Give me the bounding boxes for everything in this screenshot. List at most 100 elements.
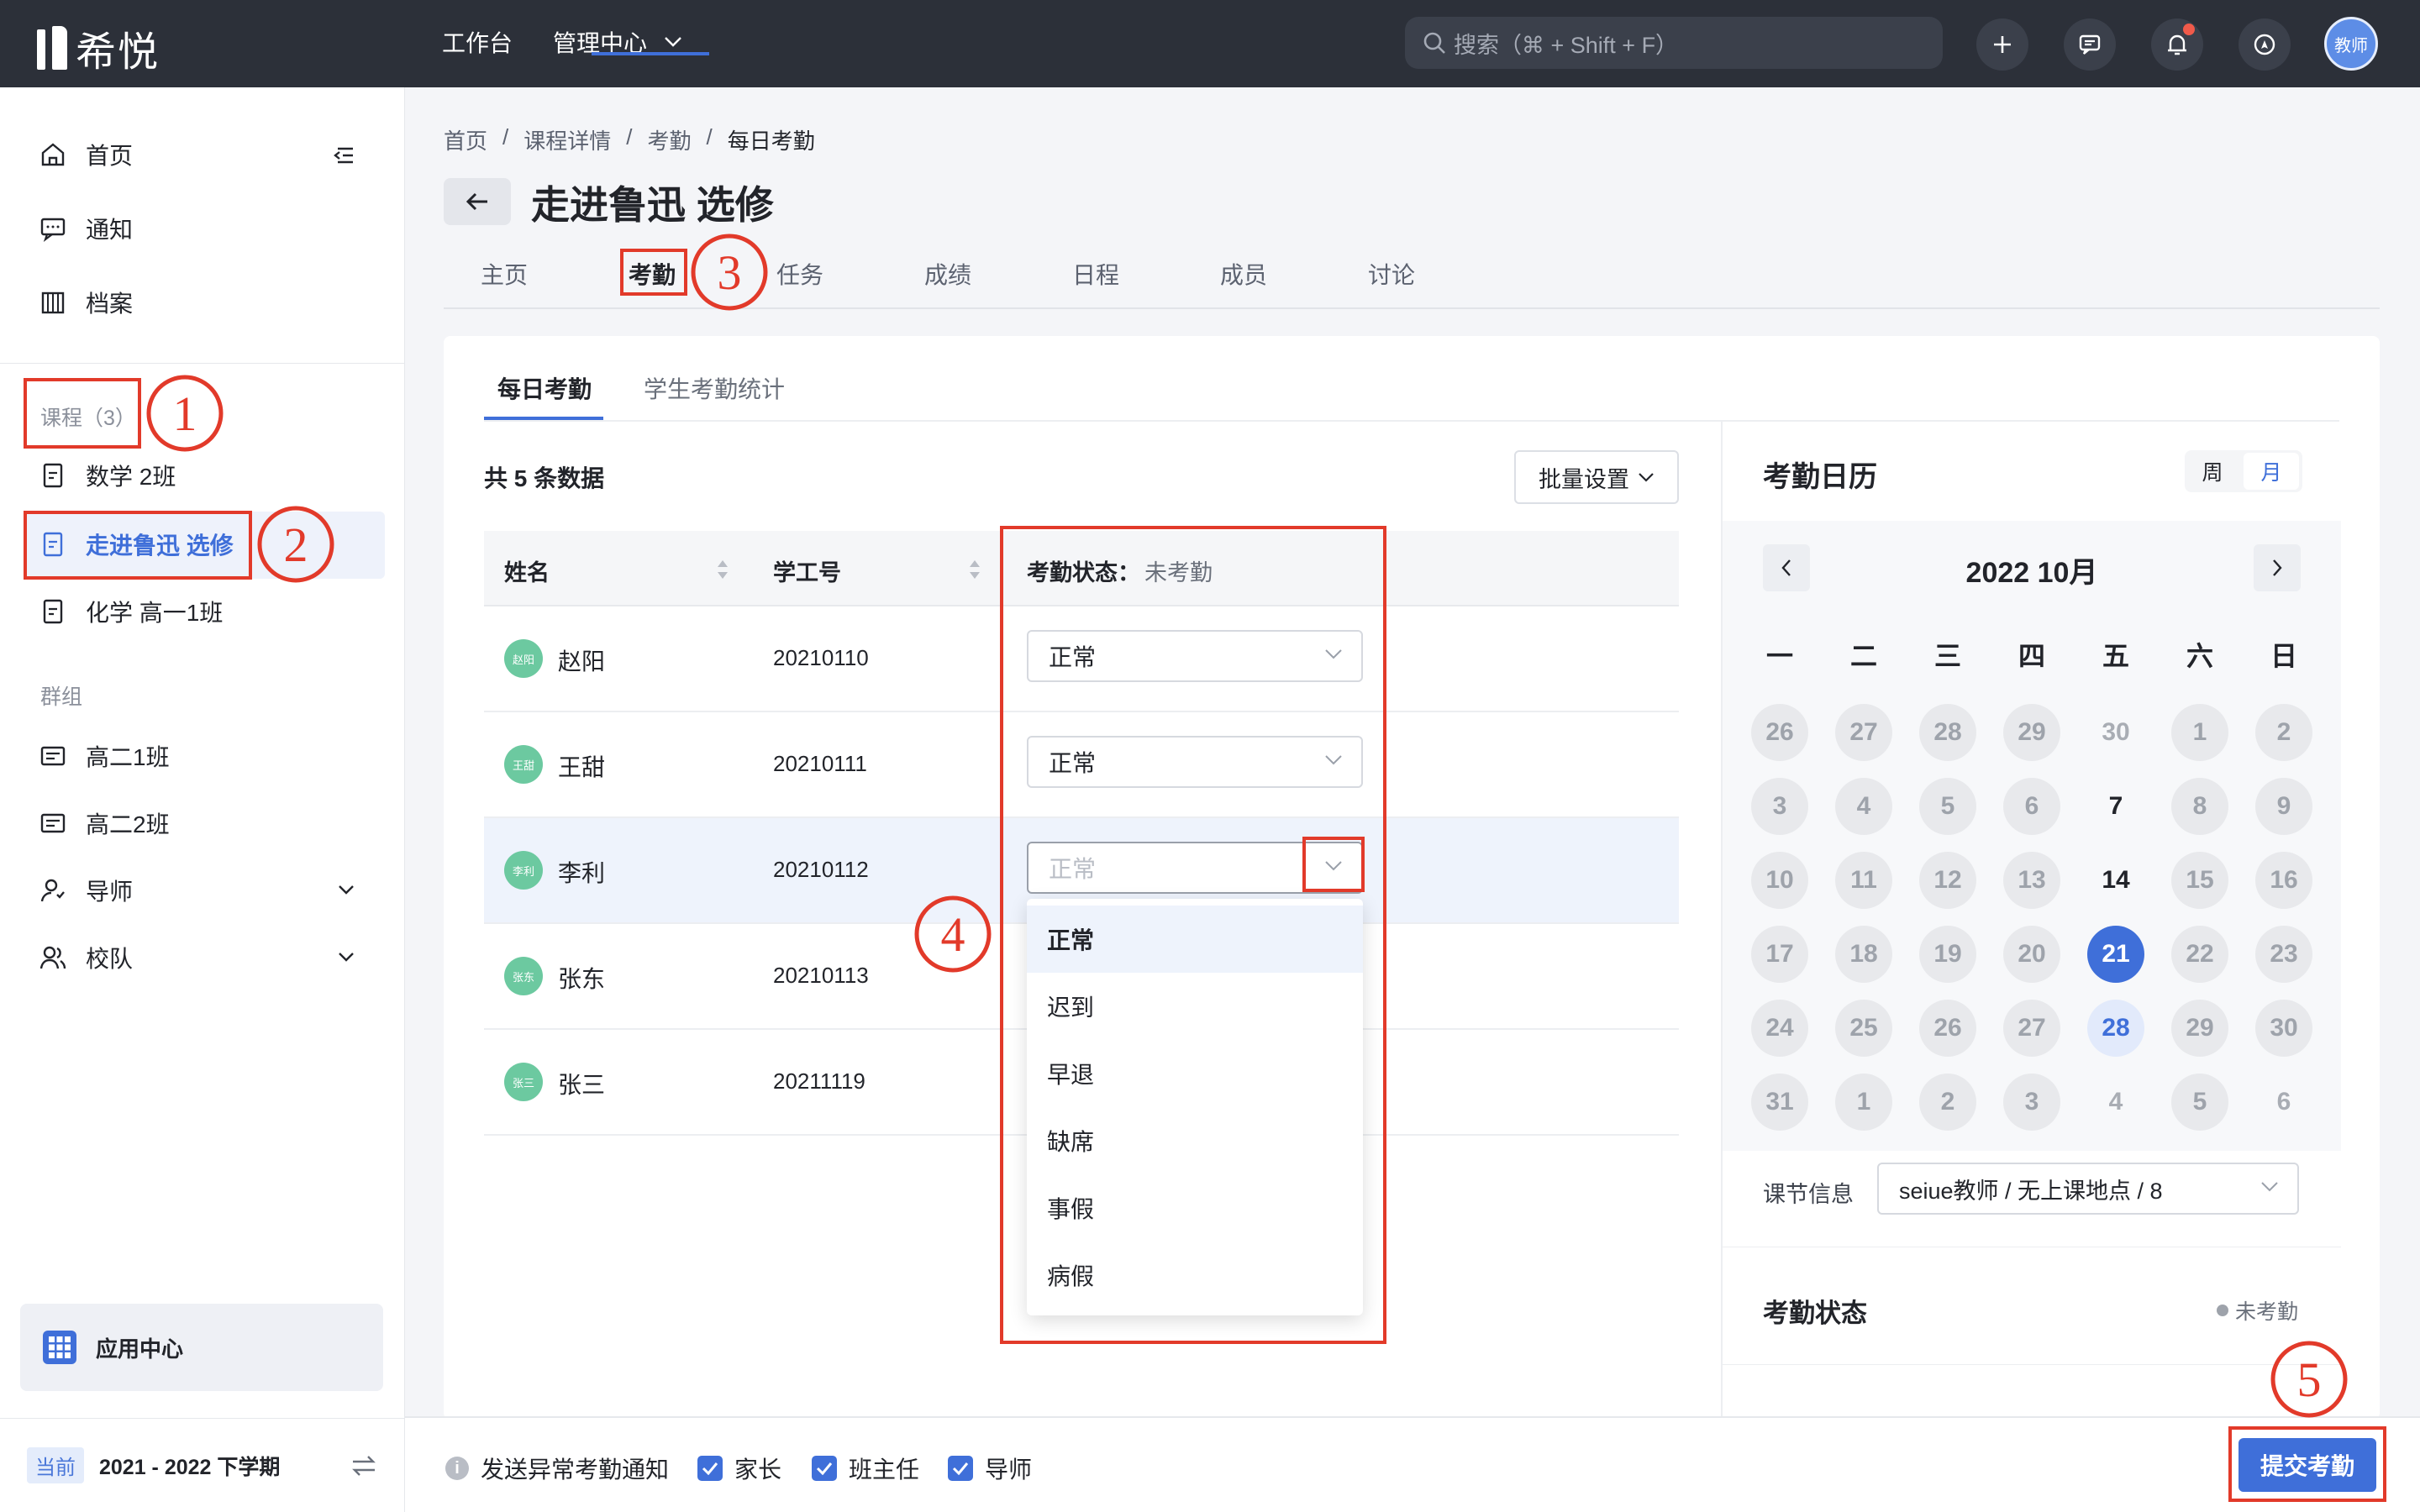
status-select[interactable]: 正常 [1027, 630, 1363, 682]
calendar-day[interactable]: 6 [2255, 1074, 2312, 1131]
breadcrumb-course-detail[interactable]: 课程详情 [523, 124, 611, 155]
toggle-month[interactable]: 月 [2244, 453, 2299, 490]
checkbox-parent[interactable]: 家长 [697, 1452, 781, 1485]
calendar-day[interactable]: 9 [2255, 778, 2312, 835]
breadcrumb-home[interactable]: 首页 [444, 124, 487, 155]
sidebar-item-notice[interactable]: 通知 [39, 212, 133, 245]
calendar-day[interactable]: 30 [2087, 704, 2144, 761]
batch-settings-button[interactable]: 批量设置 [1514, 450, 1679, 504]
calendar-day[interactable]: 23 [2255, 926, 2312, 983]
calendar-day[interactable]: 1 [1835, 1074, 1892, 1131]
sort-icon[interactable] [968, 558, 981, 581]
calendar-day[interactable]: 6 [2003, 778, 2060, 835]
search-input[interactable]: 搜索（⌘ + Shift + F） [1405, 17, 1943, 69]
logo[interactable]: 希悦 [37, 18, 160, 77]
back-button[interactable] [444, 178, 511, 225]
calendar-day[interactable]: 12 [1919, 852, 1976, 909]
calendar-day[interactable]: 27 [2003, 1000, 2060, 1057]
calendar-day[interactable]: 26 [1751, 704, 1808, 761]
sidebar-item-course-luxun[interactable]: 走进鲁迅 选修 [39, 528, 234, 561]
calendar-day[interactable]: 16 [2255, 852, 2312, 909]
tab-members[interactable]: 成员 [1220, 257, 1267, 291]
calendar-day[interactable]: 4 [1835, 778, 1892, 835]
app-center-button[interactable]: 应用中心 [20, 1304, 383, 1391]
sidebar-item-course-math[interactable]: 数学 2班 [39, 459, 176, 492]
calendar-day[interactable]: 21 [2087, 926, 2144, 983]
subtab-daily[interactable]: 每日考勤 [497, 371, 592, 405]
calendar-day[interactable]: 11 [1835, 852, 1892, 909]
calendar-day[interactable]: 2 [2255, 704, 2312, 761]
sidebar-item-home[interactable]: 首页 [39, 138, 133, 171]
calendar-day[interactable]: 30 [2255, 1000, 2312, 1057]
col-id-header[interactable]: 学工号 [773, 554, 841, 587]
calendar-day[interactable]: 5 [1919, 778, 1976, 835]
calendar-day[interactable]: 13 [2003, 852, 2060, 909]
messages-button[interactable] [2064, 18, 2116, 71]
nav-workbench[interactable]: 工作台 [442, 25, 513, 59]
calendar-day[interactable]: 26 [1919, 1000, 1976, 1057]
sidebar-item-mentor[interactable]: 导师 [39, 874, 133, 907]
status-select[interactable]: 正常 [1027, 736, 1363, 788]
calendar-day[interactable]: 24 [1751, 1000, 1808, 1057]
breadcrumb-attendance[interactable]: 考勤 [648, 124, 692, 155]
option-personal-leave[interactable]: 事假 [1027, 1174, 1363, 1242]
calendar-day[interactable]: 19 [1919, 926, 1976, 983]
subtab-stats[interactable]: 学生考勤统计 [644, 371, 785, 405]
option-late[interactable]: 迟到 [1027, 973, 1363, 1040]
calendar-day[interactable]: 28 [1919, 704, 1976, 761]
calendar-day[interactable]: 2 [1919, 1074, 1976, 1131]
option-sick-leave[interactable]: 病假 [1027, 1242, 1363, 1309]
option-absent[interactable]: 缺席 [1027, 1107, 1363, 1174]
calendar-day[interactable]: 31 [1751, 1074, 1808, 1131]
option-normal[interactable]: 正常 [1027, 906, 1363, 973]
calendar-day[interactable]: 20 [2003, 926, 2060, 983]
switch-icon[interactable] [351, 1455, 376, 1477]
calendar-day[interactable]: 14 [2087, 852, 2144, 909]
lesson-select[interactable]: seiue教师 / 无上课地点 / 8 [1877, 1163, 2299, 1215]
calendar-day[interactable]: 5 [2171, 1074, 2228, 1131]
add-button[interactable] [1976, 18, 2028, 71]
calendar-day[interactable]: 3 [2003, 1074, 2060, 1131]
calendar-day[interactable]: 8 [2171, 778, 2228, 835]
collapse-sidebar-icon[interactable] [331, 143, 356, 168]
tab-home[interactable]: 主页 [481, 257, 528, 291]
checkbox-checked-icon[interactable] [812, 1456, 837, 1481]
calendar-day[interactable]: 29 [2171, 1000, 2228, 1057]
tab-attendance[interactable]: 考勤 [629, 257, 676, 291]
calendar-day[interactable]: 17 [1751, 926, 1808, 983]
calendar-day[interactable]: 15 [2171, 852, 2228, 909]
toggle-week[interactable]: 周 [2185, 456, 2240, 486]
calendar-day[interactable]: 1 [2171, 704, 2228, 761]
tab-discussion[interactable]: 讨论 [1368, 257, 1415, 291]
chevron-down-icon[interactable] [338, 951, 355, 963]
term-switcher[interactable]: 当前 2021 - 2022 下学期 [0, 1418, 405, 1512]
next-month-button[interactable] [2254, 544, 2301, 591]
notifications-button[interactable] [2151, 18, 2203, 71]
sidebar-item-course-chem[interactable]: 化学 高一1班 [39, 595, 223, 628]
checkbox-checked-icon[interactable] [948, 1456, 973, 1481]
option-early-leave[interactable]: 早退 [1027, 1040, 1363, 1107]
chevron-down-icon[interactable] [338, 884, 355, 895]
calendar-day[interactable]: 22 [2171, 926, 2228, 983]
user-avatar[interactable]: 教师 [2324, 17, 2378, 71]
checkbox-checked-icon[interactable] [697, 1456, 723, 1481]
col-name-header[interactable]: 姓名 [504, 554, 550, 587]
sort-icon[interactable] [716, 558, 729, 581]
tab-grades[interactable]: 成绩 [924, 257, 971, 291]
sidebar-item-group-1[interactable]: 高二1班 [39, 739, 170, 773]
apps-button[interactable] [2238, 18, 2291, 71]
calendar-day[interactable]: 29 [2003, 704, 2060, 761]
calendar-day[interactable]: 4 [2087, 1074, 2144, 1131]
checkbox-headteacher[interactable]: 班主任 [812, 1452, 919, 1485]
checkbox-mentor[interactable]: 导师 [948, 1452, 1032, 1485]
chevron-down-icon[interactable] [1324, 860, 1343, 872]
calendar-day[interactable]: 18 [1835, 926, 1892, 983]
sidebar-item-team[interactable]: 校队 [39, 941, 133, 974]
calendar-day[interactable]: 25 [1835, 1000, 1892, 1057]
submit-attendance-button[interactable]: 提交考勤 [2238, 1438, 2376, 1492]
sidebar-item-group-2[interactable]: 高二2班 [39, 806, 170, 840]
sidebar-item-archive[interactable]: 档案 [39, 286, 133, 319]
calendar-day[interactable]: 7 [2087, 778, 2144, 835]
status-select[interactable]: 正常 [1027, 842, 1363, 894]
calendar-day[interactable]: 28 [2087, 1000, 2144, 1057]
